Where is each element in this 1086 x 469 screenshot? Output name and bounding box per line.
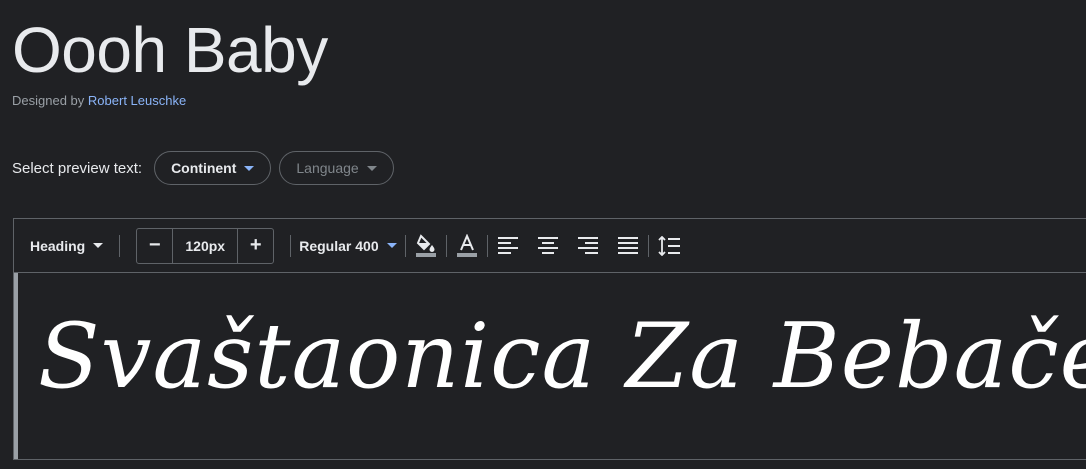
align-center-button[interactable] (528, 226, 568, 266)
language-dropdown[interactable]: Language (279, 151, 394, 185)
language-label: Language (296, 160, 359, 176)
continent-label: Continent (171, 160, 237, 176)
continent-dropdown[interactable]: Continent (154, 151, 272, 185)
text-color-button[interactable] (447, 226, 487, 266)
text-style-label: Heading (30, 237, 86, 254)
chevron-down-icon (93, 243, 104, 248)
preview-text[interactable]: Svaštaonica Za Bebače (38, 297, 1086, 417)
chevron-down-icon (386, 243, 397, 248)
text-style-dropdown[interactable]: Heading (30, 237, 104, 254)
preview-text-label: Select preview text: (12, 159, 143, 177)
increase-size-button[interactable]: + (238, 229, 273, 263)
font-title: Oooh Baby (12, 14, 328, 86)
designer-link[interactable]: Robert Leuschke (88, 93, 186, 108)
divider (290, 234, 292, 257)
font-page: Oooh Baby Designed by Robert Leuschke Se… (0, 0, 1086, 469)
preview-text-area[interactable]: Svaštaonica Za Bebače (14, 273, 1086, 459)
align-justify-icon (617, 236, 638, 254)
designed-by-label: Designed by (12, 93, 85, 108)
chevron-down-icon (244, 165, 255, 171)
designer-line: Designed by Robert Leuschke (12, 93, 186, 108)
type-tester-toolbar: Heading − 120px + Regular 400 (14, 219, 1086, 273)
line-height-button[interactable] (649, 226, 689, 266)
chevron-down-icon (366, 165, 377, 171)
align-justify-button[interactable] (608, 226, 648, 266)
font-weight-label: Regular 400 (299, 237, 379, 254)
text-color-icon (456, 233, 477, 257)
align-right-button[interactable] (568, 226, 608, 266)
type-tester: Heading − 120px + Regular 400 Svaštaonic… (13, 218, 1086, 460)
background-color-button[interactable] (406, 226, 446, 266)
align-left-icon (497, 236, 518, 254)
font-size-value[interactable]: 120px (172, 228, 239, 263)
font-weight-dropdown[interactable]: Regular 400 (299, 237, 397, 254)
preview-text-selector: Select preview text: Continent Language (12, 150, 402, 186)
align-center-icon (537, 236, 558, 254)
align-right-icon (577, 236, 598, 254)
decrease-size-button[interactable]: − (137, 229, 172, 263)
font-size-stepper: − 120px + (136, 227, 275, 264)
divider (119, 234, 121, 257)
align-left-button[interactable] (488, 226, 528, 266)
line-height-icon (657, 235, 680, 256)
fill-color-icon (415, 233, 436, 257)
